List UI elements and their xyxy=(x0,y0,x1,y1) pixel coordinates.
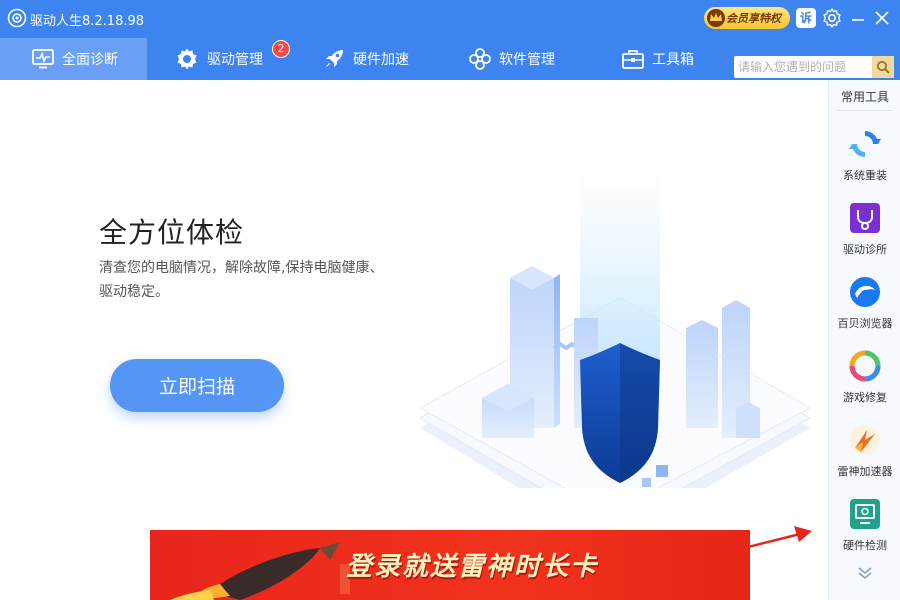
driver-clinic-icon xyxy=(850,203,880,233)
tool-hardware-check[interactable]: 硬件检测 xyxy=(829,498,900,564)
crown-icon xyxy=(707,9,725,27)
divider xyxy=(837,110,893,111)
close-icon[interactable] xyxy=(870,6,894,30)
minimize-icon[interactable] xyxy=(846,6,870,30)
tool-system-reinstall[interactable]: 系统重装 xyxy=(829,128,900,194)
settings-gear-icon[interactable] xyxy=(820,6,844,30)
system-reinstall-icon xyxy=(849,131,881,157)
tool-driver-clinic[interactable]: 驱动诊所 xyxy=(829,202,900,268)
main-panel: 全方位体检 清查您的电脑情况，解除故障,保持电脑健康、驱动稳定。 立即扫描 登录… xyxy=(0,80,828,600)
leishen-accelerator-icon xyxy=(850,425,880,455)
window-title: 驱动人生8.2.18.98 xyxy=(30,14,145,29)
tab-label: 工具箱 xyxy=(652,52,694,68)
hardware-check-icon xyxy=(850,499,880,529)
browser-icon xyxy=(850,277,880,307)
app-logo-icon xyxy=(7,8,27,28)
gear-icon xyxy=(177,48,197,70)
search-icon xyxy=(877,61,890,74)
tab-label: 驱动管理 xyxy=(207,52,263,68)
tool-label: 硬件检测 xyxy=(843,539,887,552)
double-chevron-down-icon[interactable] xyxy=(857,566,873,580)
scan-now-button[interactable]: 立即扫描 xyxy=(110,359,284,412)
tool-leishen-accelerator[interactable]: 雷神加速器 xyxy=(829,424,900,490)
tab-hardware-acceleration[interactable]: 硬件加速 xyxy=(323,38,409,80)
tool-label: 系统重装 xyxy=(843,169,887,182)
tool-game-repair[interactable]: 游戏修复 xyxy=(829,350,900,416)
sidebar-title: 常用工具 xyxy=(840,90,889,104)
tool-label: 游戏修复 xyxy=(843,391,887,404)
tools-sidebar: 常用工具 系统重装 驱动诊所 百贝浏览器 游戏修复 雷神加速器 硬件检测 xyxy=(828,80,900,600)
tab-label: 硬件加速 xyxy=(353,52,409,68)
security-check-illustration xyxy=(418,168,812,488)
vip-label: 会员享特权 xyxy=(726,12,781,25)
search-box xyxy=(734,56,894,78)
rocket-illustration xyxy=(170,542,350,600)
tab-toolbox[interactable]: 工具箱 xyxy=(622,38,694,80)
vip-button[interactable]: 会员享特权 xyxy=(704,7,790,29)
tool-label: 雷神加速器 xyxy=(837,465,893,478)
search-input[interactable] xyxy=(734,56,872,78)
tab-software-management[interactable]: 软件管理 xyxy=(469,38,555,80)
tool-label: 百贝浏览器 xyxy=(837,317,893,330)
tab-label: 软件管理 xyxy=(499,52,555,68)
game-repair-icon xyxy=(849,350,881,382)
tab-full-diagnosis[interactable]: 全面诊断 xyxy=(0,38,147,80)
promo-banner-text: 登录就送雷神时长卡 xyxy=(346,552,599,582)
tool-baibei-browser[interactable]: 百贝浏览器 xyxy=(829,276,900,342)
tool-label: 驱动诊所 xyxy=(843,243,887,256)
flower-icon xyxy=(469,48,491,70)
tab-label: 全面诊断 xyxy=(62,52,118,68)
hero-description: 清查您的电脑情况，解除故障,保持电脑健康、驱动稳定。 xyxy=(99,260,384,300)
app-window: 驱动人生8.2.18.98 会员享特权 诉 全面诊断 驱动管理 2 硬件加速 软… xyxy=(0,0,900,600)
toolbox-icon xyxy=(622,50,644,69)
driver-update-badge: 2 xyxy=(272,40,290,58)
search-button[interactable] xyxy=(872,56,894,78)
monitor-icon xyxy=(32,49,54,69)
tab-driver-management[interactable]: 驱动管理 xyxy=(175,38,263,80)
feedback-button[interactable]: 诉 xyxy=(796,8,816,28)
title-bar: 驱动人生8.2.18.98 会员享特权 诉 xyxy=(0,0,900,38)
hero-title: 全方位体检 xyxy=(99,216,245,249)
rocket-icon xyxy=(325,50,343,68)
promo-banner[interactable]: 登录就送雷神时长卡 xyxy=(150,530,750,600)
